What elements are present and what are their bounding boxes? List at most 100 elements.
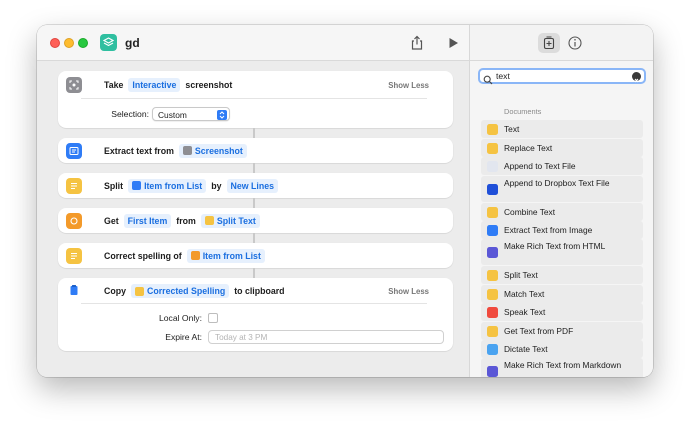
corrected-spelling-variable[interactable]: Corrected Spelling	[131, 284, 230, 298]
action-result-label: Text	[504, 124, 520, 134]
action-type-icon	[487, 325, 498, 337]
clipboard-icon	[66, 282, 82, 298]
action-connector	[253, 198, 255, 208]
selection-popup[interactable]: Custom	[152, 107, 230, 121]
action-verb: Copy	[104, 286, 126, 296]
screenshot-variable[interactable]: Screenshot	[178, 143, 247, 158]
action-result-item[interactable]: Combine Text	[481, 203, 643, 221]
action-result-item[interactable]: Make Rich Text from Markdown	[481, 358, 643, 377]
action-result-item[interactable]: Text	[481, 120, 643, 138]
action-connector-word: by	[211, 180, 222, 191]
close-window-button[interactable]	[50, 38, 60, 48]
shortcut-title[interactable]: gd	[125, 36, 140, 50]
action-result-label: Match Text	[504, 289, 545, 299]
action-connector	[253, 268, 255, 278]
action-result-label: Extract Text from Image	[504, 225, 593, 235]
list-icon	[132, 181, 142, 190]
minimize-window-button[interactable]	[64, 38, 74, 48]
action-type-icon	[487, 269, 498, 281]
text-icon	[66, 177, 82, 194]
action-result-item[interactable]: Append to Text File	[481, 157, 643, 175]
library-toolbar	[470, 25, 653, 61]
action-get-item[interactable]: Get First Item from Split Text	[58, 208, 453, 233]
variable-label: Item from List	[144, 180, 203, 191]
action-result-item[interactable]: Dictate Text	[481, 340, 643, 358]
variable-label: Item from List	[202, 250, 261, 261]
action-connector-word: from	[176, 215, 196, 226]
action-type-icon	[487, 123, 498, 135]
action-result-label: Speak Text	[504, 307, 546, 317]
variable-label: Corrected Spelling	[147, 286, 226, 296]
shortcut-stack-icon[interactable]	[100, 34, 117, 51]
action-verb: Correct spelling of	[104, 250, 182, 261]
local-only-checkbox[interactable]	[208, 313, 218, 323]
list-item-icon	[66, 212, 82, 229]
action-split-text[interactable]: Split Item from List by New Lines	[58, 173, 453, 198]
action-library-button[interactable]	[538, 33, 560, 53]
screenshot-icon	[66, 77, 82, 93]
run-play-icon[interactable]	[444, 34, 462, 52]
list-item-icon	[190, 251, 200, 260]
action-result-item[interactable]: Replace Text	[481, 139, 643, 157]
show-less-button[interactable]: Show Less	[388, 287, 429, 296]
action-result-item[interactable]: Append to Dropbox Text File	[481, 176, 643, 202]
variable-label: Split Text	[216, 215, 256, 226]
item-from-list-variable[interactable]: Item from List	[186, 248, 265, 263]
action-result-label: Append to Text File	[504, 161, 576, 171]
selection-value: Custom	[158, 110, 187, 120]
local-only-label: Local Only:	[159, 313, 202, 323]
action-type-icon	[487, 246, 498, 258]
text-icon	[135, 286, 144, 296]
action-correct-spelling[interactable]: Correct spelling of Item from List	[58, 243, 453, 268]
action-library-pane: text Documents Text Replace Text Append to…	[469, 25, 653, 377]
info-icon[interactable]	[566, 34, 584, 52]
show-less-button[interactable]: Show Less	[388, 81, 429, 90]
action-result-label: Get Text from PDF	[504, 326, 574, 336]
action-connector	[253, 233, 255, 243]
separator-parameter[interactable]: New Lines	[226, 178, 279, 193]
shortcuts-window: gd Take Interactive screenshot Show Less…	[37, 25, 653, 377]
text-icon	[66, 247, 82, 264]
action-verb: Extract text from	[104, 145, 174, 156]
action-type-icon	[487, 306, 498, 318]
share-icon[interactable]	[408, 34, 426, 52]
item-parameter[interactable]: First Item	[123, 213, 172, 228]
action-extract-text[interactable]: Extract text from Screenshot	[58, 138, 453, 163]
split-text-variable[interactable]: Split Text	[200, 213, 260, 228]
variable-label: Screenshot	[194, 145, 243, 156]
action-result-label: Dictate Text	[504, 344, 548, 354]
action-result-label: Combine Text	[504, 207, 556, 217]
action-result-item[interactable]: Get Text from PDF	[481, 322, 643, 340]
action-type-icon	[487, 365, 498, 377]
action-type-icon	[487, 183, 498, 195]
action-result-item[interactable]: Extract Text from Image	[481, 221, 643, 239]
item-from-list-variable[interactable]: Item from List	[128, 178, 207, 193]
action-result-item[interactable]: Make Rich Text from HTML	[481, 239, 643, 265]
extract-text-icon	[66, 142, 82, 159]
clear-search-icon[interactable]	[632, 72, 641, 83]
screenshot-icon	[182, 146, 192, 155]
action-type-icon	[487, 206, 498, 218]
action-take-screenshot[interactable]: Take Interactive screenshot Show Less Se…	[58, 71, 453, 128]
chevron-updown-icon	[217, 110, 227, 120]
action-search-field[interactable]: text	[478, 68, 646, 85]
action-verb: Get	[104, 215, 119, 226]
action-copy-to-clipboard[interactable]: Copy Corrected Spelling to clipboard Sho…	[58, 278, 453, 351]
expire-at-label: Expire At:	[165, 332, 202, 342]
action-result-label: Replace Text	[504, 143, 553, 153]
divider	[81, 303, 427, 304]
action-result-item[interactable]: Split Text	[481, 266, 643, 284]
expire-at-field[interactable]: Today at 3 PM	[208, 330, 444, 344]
mode-parameter[interactable]: Interactive	[128, 78, 181, 92]
action-verb: Split	[104, 180, 124, 191]
action-type-icon	[487, 160, 498, 172]
zoom-window-button[interactable]	[78, 38, 88, 48]
divider	[81, 98, 427, 99]
title-bar: gd	[37, 25, 469, 61]
search-input[interactable]: text	[496, 71, 510, 81]
editor-pane: gd Take Interactive screenshot Show Less…	[37, 25, 469, 377]
action-result-item[interactable]: Match Text	[481, 285, 643, 303]
action-result-label: Append to Dropbox Text File	[504, 178, 610, 188]
action-verb: Take	[104, 80, 124, 90]
action-result-item[interactable]: Speak Text	[481, 303, 643, 321]
